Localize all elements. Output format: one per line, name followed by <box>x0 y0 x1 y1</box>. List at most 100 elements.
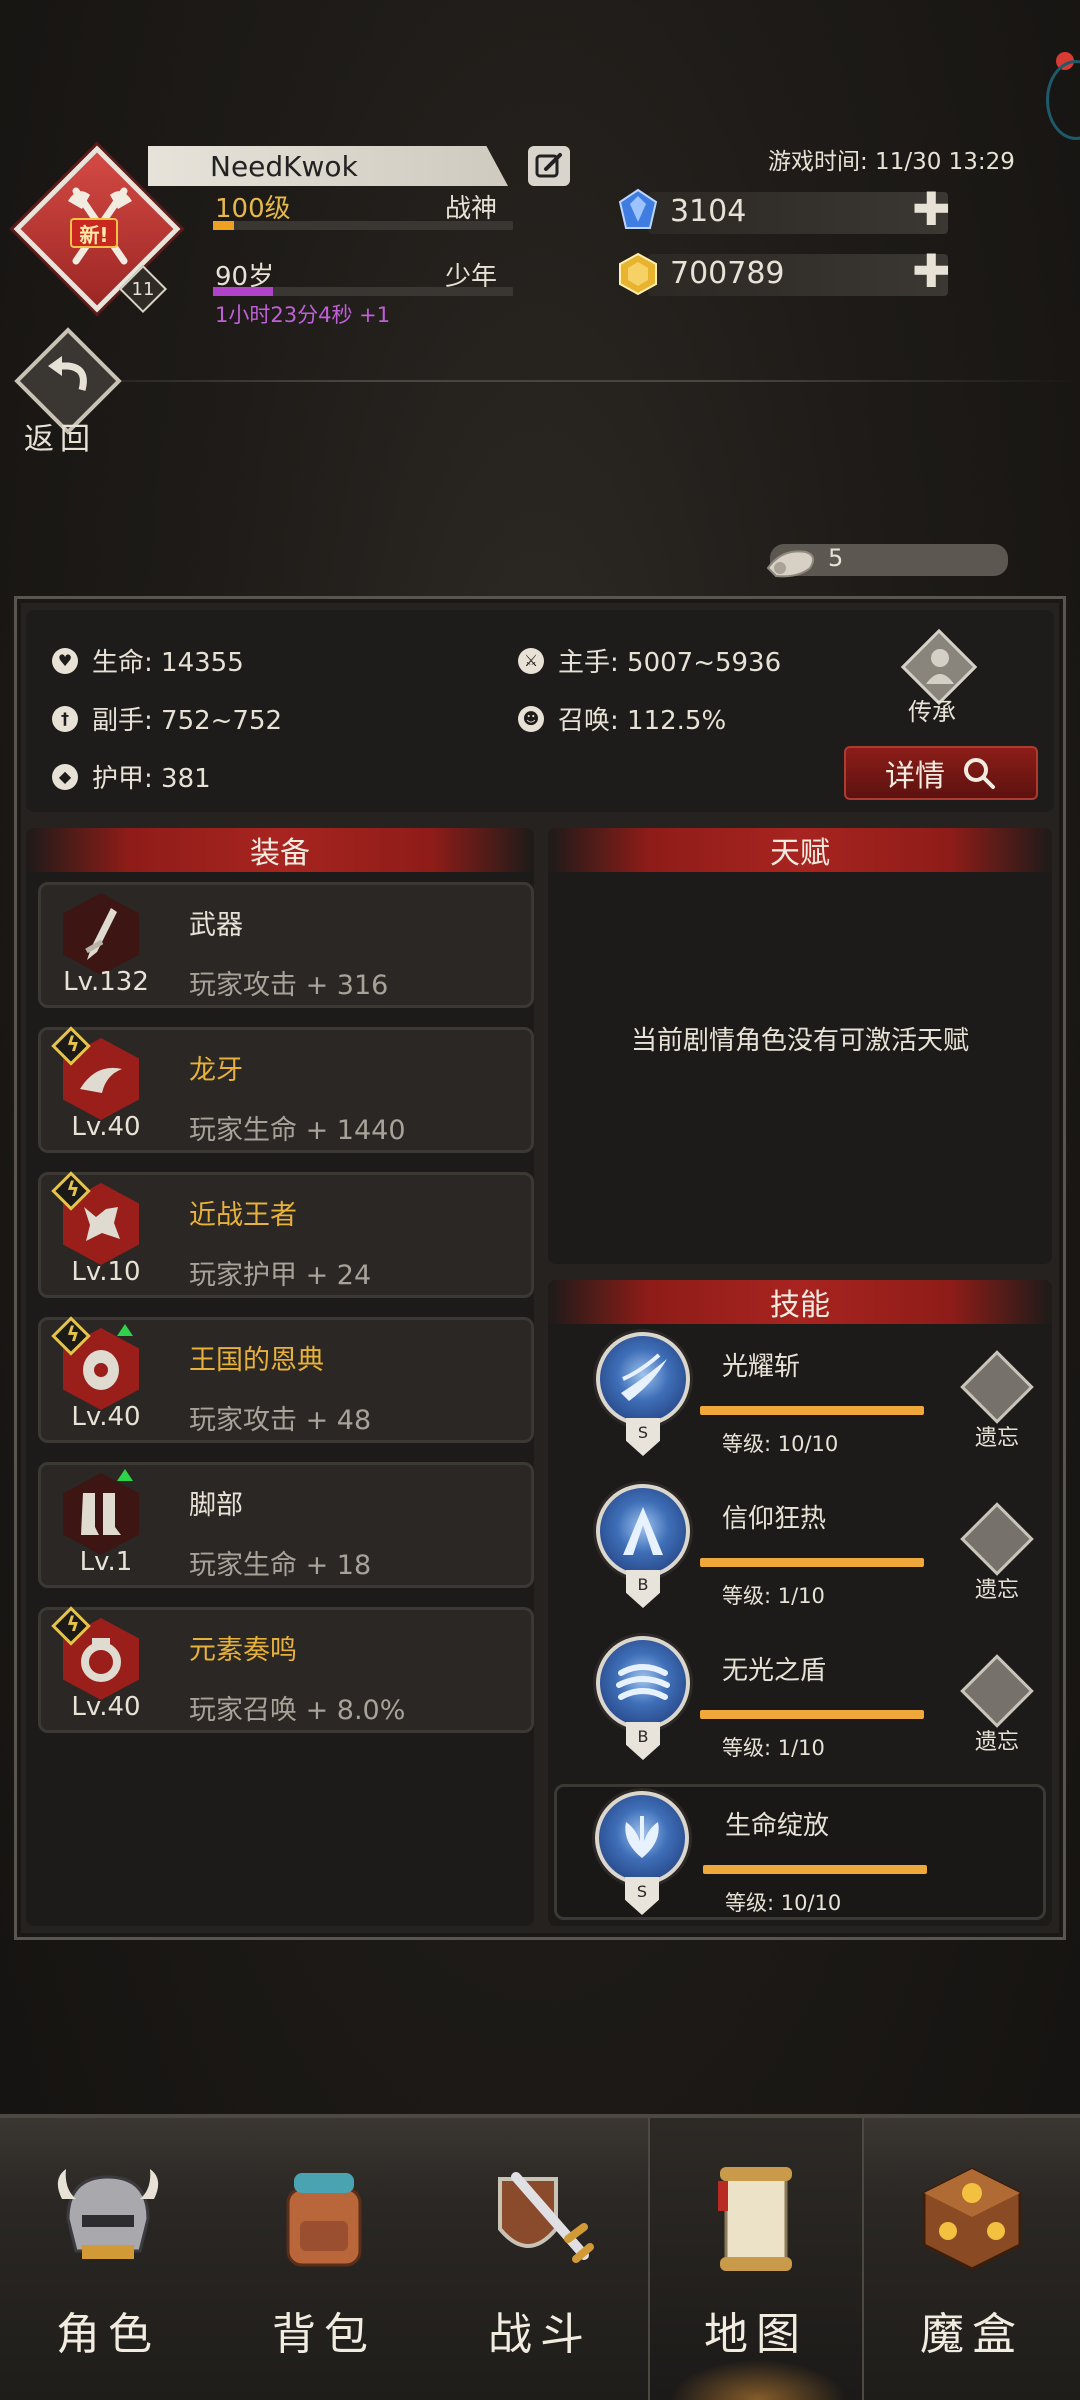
equip-stat: 玩家攻击 + 48 <box>189 1405 372 1436</box>
skills-header: 技能 <box>548 1280 1052 1324</box>
nav-magic-box[interactable]: 魔盒 <box>864 2118 1080 2400</box>
stat-summon-value: 召唤: 112.5% <box>558 706 727 736</box>
sword-icon: ⚔ <box>518 647 544 674</box>
forget-icon <box>960 1502 1034 1576</box>
gold-value: 700789 <box>670 256 785 291</box>
equip-stat: 玩家召唤 + 8.0% <box>189 1695 406 1726</box>
equip-slot-weapon[interactable]: Lv.132 武器 玩家攻击 + 316 <box>38 882 534 1008</box>
equip-level: Lv.1 <box>79 1547 133 1577</box>
nav-character[interactable]: 角色 <box>0 2118 216 2400</box>
skill-progress-bar <box>700 1406 924 1415</box>
equip-name: 近战王者 <box>189 1200 297 1231</box>
stat-main-hand-value: 主手: 5007~5936 <box>558 648 782 678</box>
nav-label: 地图 <box>704 2309 808 2360</box>
skill-item[interactable]: S 生命绽放 等级: 10/10 <box>554 1784 1046 1920</box>
equip-level: Lv.132 <box>63 967 149 997</box>
forget-label[interactable]: 遗忘 <box>964 1572 1030 1604</box>
add-gems-button[interactable]: ✚ <box>912 186 951 232</box>
forget-label[interactable]: 遗忘 <box>964 1724 1030 1756</box>
sword-shield-icon <box>475 2154 605 2284</box>
skill-grade-badge: S <box>626 1418 660 1456</box>
scroll-count: 5 <box>828 544 844 572</box>
skill-progress-bar <box>703 1865 927 1874</box>
equip-slot-elemental-sonata[interactable]: ϟ Lv.40 元素奏鸣 玩家召唤 + 8.0% <box>38 1606 534 1733</box>
gold-icon <box>616 252 657 296</box>
active-tab-glow <box>670 2360 846 2400</box>
search-icon <box>964 758 995 789</box>
forget-button[interactable] <box>960 1654 1034 1728</box>
scroll-icon <box>762 538 820 582</box>
boots-icon <box>63 1473 139 1555</box>
add-gold-button[interactable]: ✚ <box>912 248 951 294</box>
equip-slot-kingdom-grace[interactable]: ϟ Lv.40 王国的恩典 玩家攻击 + 48 <box>38 1316 534 1443</box>
lightning-icon: ϟ <box>66 1177 80 1201</box>
skill-grade-badge: S <box>625 1877 659 1915</box>
equipment-header: 装备 <box>26 828 534 872</box>
forget-button[interactable] <box>960 1350 1034 1424</box>
player-title: 战神 <box>445 194 498 224</box>
edit-name-button[interactable] <box>528 146 570 186</box>
detail-button[interactable]: 详情 <box>844 746 1038 800</box>
avatar-level: 11 <box>131 278 155 300</box>
age-bar-fill <box>213 287 273 296</box>
forget-button[interactable] <box>960 1502 1034 1576</box>
equip-name: 元素奏鸣 <box>189 1635 297 1666</box>
edit-icon <box>535 153 562 178</box>
equipment-panel: 装备 Lv.132 武器 玩家攻击 + 316 ϟ Lv.40 龙牙 玩家生命 … <box>26 828 534 1926</box>
equip-name: 龙牙 <box>189 1055 243 1086</box>
skill-item[interactable]: B 无光之盾 等级: 1/10 遗忘 <box>548 1632 1052 1774</box>
nav-label: 背包 <box>272 2309 376 2360</box>
skill-level: 等级: 1/10 <box>722 1736 825 1760</box>
backpack-icon <box>259 2154 389 2284</box>
helmet-icon <box>43 2154 173 2284</box>
stat-hp-value: 生命: 14355 <box>92 648 244 678</box>
forget-icon <box>960 1654 1034 1728</box>
stat-off-hand: † 副手: 752~752 <box>52 700 282 737</box>
return-arrow-icon <box>48 356 87 391</box>
skill-item[interactable]: S 光耀斩 等级: 10/10 遗忘 <box>548 1328 1052 1470</box>
lightless-shield-icon <box>596 1636 690 1730</box>
skills-panel: 技能 S 光耀斩 等级: 10/10 遗忘 B 信仰狂热 等级: 1/10 遗忘… <box>548 1280 1052 1926</box>
inherit-label[interactable]: 传承 <box>908 692 956 727</box>
skill-name: 信仰狂热 <box>722 1504 827 1534</box>
gem-value: 3104 <box>670 194 747 229</box>
equip-level: Lv.40 <box>71 1112 141 1142</box>
floating-widget-edge[interactable] <box>1046 60 1080 140</box>
detail-label: 详情 <box>885 759 945 794</box>
nav-label: 战斗 <box>488 2309 592 2360</box>
equip-slot-dragon-fang[interactable]: ϟ Lv.40 龙牙 玩家生命 + 1440 <box>38 1026 534 1153</box>
map-scroll-icon <box>691 2154 821 2284</box>
skill-name: 无光之盾 <box>722 1656 827 1686</box>
equip-slot-feet[interactable]: Lv.1 脚部 玩家生命 + 18 <box>38 1462 534 1588</box>
skill-grade-badge: B <box>626 1722 660 1760</box>
heart-icon: ♥ <box>52 647 78 674</box>
age-bar <box>213 287 513 296</box>
player-level: 100级 <box>215 194 291 224</box>
nav-backpack[interactable]: 背包 <box>216 2118 432 2400</box>
gem-icon <box>616 188 658 229</box>
skill-level: 等级: 10/10 <box>722 1432 839 1456</box>
equip-slot-melee-king[interactable]: ϟ Lv.10 近战王者 玩家护甲 + 24 <box>38 1171 534 1298</box>
nav-label: 魔盒 <box>920 2309 1024 2360</box>
person-icon <box>926 649 954 684</box>
talent-header: 天赋 <box>548 828 1052 872</box>
equip-level: Lv.40 <box>71 1402 141 1432</box>
weapon-icon <box>63 893 139 975</box>
nav-battle[interactable]: 战斗 <box>432 2118 648 2400</box>
life-bloom-icon <box>595 1791 689 1885</box>
stat-hp: ♥ 生命: 14355 <box>52 642 244 679</box>
skill-item[interactable]: B 信仰狂热 等级: 1/10 遗忘 <box>548 1480 1052 1622</box>
exp-bar-fill <box>213 221 234 230</box>
back-label[interactable]: 返回 <box>24 414 96 458</box>
faith-zeal-icon <box>596 1484 690 1578</box>
new-badge: 新! <box>70 218 118 248</box>
upgrade-arrow-icon <box>117 1469 133 1481</box>
talent-empty-text: 当前剧情角色没有可激活天赋 <box>630 1026 969 1056</box>
nav-map[interactable]: 地图 <box>648 2118 864 2400</box>
forget-label[interactable]: 遗忘 <box>964 1420 1030 1452</box>
upgrade-arrow-icon <box>117 1324 133 1336</box>
lightning-icon: ϟ <box>66 1612 80 1636</box>
equip-stat: 玩家生命 + 18 <box>189 1550 372 1581</box>
radiant-slash-icon <box>596 1332 690 1426</box>
armor-icon: ◆ <box>52 763 78 790</box>
